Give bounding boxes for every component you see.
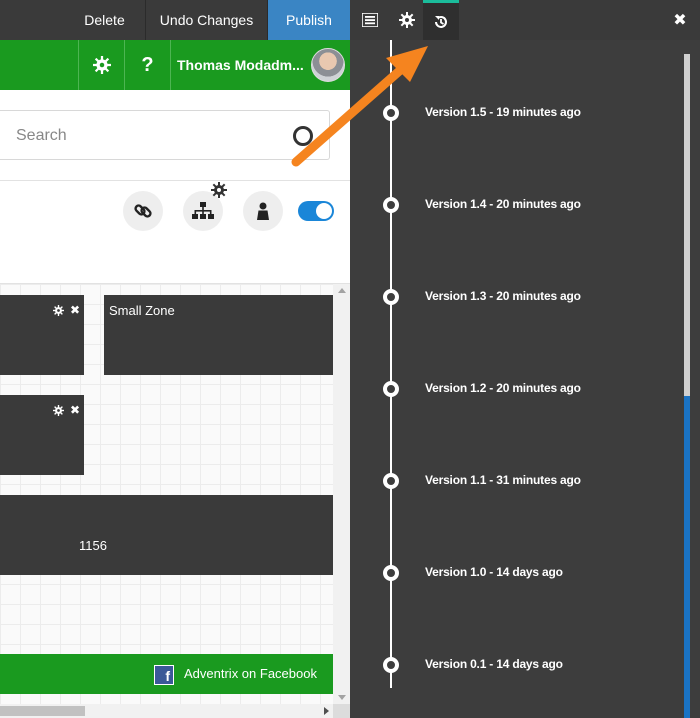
close-icon[interactable]: ✖ — [70, 403, 80, 417]
timeline-dot — [383, 197, 399, 213]
gear-icon[interactable] — [52, 304, 64, 316]
version-item[interactable]: Version 0.1 - 14 days ago — [350, 644, 680, 684]
page-preview: ? Thomas Modadm... Search ✖ Small Zone ✖… — [0, 40, 350, 718]
search-box[interactable]: Search — [0, 110, 330, 160]
version-label: Version 1.3 - 20 minutes ago — [425, 289, 581, 303]
help-button[interactable]: ? — [124, 40, 170, 90]
site-footer: f Adventrix on Facebook — [0, 654, 333, 694]
divider — [0, 180, 350, 181]
sitemap-icon — [192, 202, 214, 219]
search-icon[interactable] — [293, 126, 313, 146]
gear-icon[interactable] — [389, 0, 425, 40]
scroll-right-arrow[interactable] — [324, 707, 329, 715]
version-label: Version 0.1 - 14 days ago — [425, 657, 563, 671]
facebook-link[interactable]: Adventrix on Facebook — [184, 666, 317, 681]
gear-icon[interactable] — [52, 404, 64, 416]
person-button[interactable] — [243, 191, 283, 231]
link-button[interactable] — [123, 191, 163, 231]
version-item[interactable]: Version 1.0 - 14 days ago — [350, 552, 680, 592]
horizontal-scrollbar[interactable] — [0, 704, 333, 718]
scrollbar-corner — [333, 704, 350, 718]
version-label: Version 1.1 - 31 minutes ago — [425, 473, 581, 487]
zone-label: Small Zone — [109, 303, 175, 318]
zone-tools: ✖ — [52, 403, 80, 417]
facebook-icon[interactable]: f — [154, 665, 174, 685]
search-placeholder: Search — [16, 127, 67, 144]
small-zone[interactable]: Small Zone — [104, 295, 333, 375]
wide-zone[interactable]: 1156 — [0, 495, 333, 575]
link-icon — [134, 204, 152, 218]
version-label: Version 1.4 - 20 minutes ago — [425, 197, 581, 211]
zone-tools: ✖ — [52, 303, 80, 317]
timeline-dot — [383, 657, 399, 673]
timeline-dot — [383, 473, 399, 489]
scroll-up-arrow[interactable] — [338, 288, 346, 293]
timeline-dot — [383, 565, 399, 581]
vertical-scrollbar[interactable] — [333, 284, 350, 704]
site-header: ? Thomas Modadm... — [0, 40, 350, 90]
version-label: Version 1.2 - 20 minutes ago — [425, 381, 581, 395]
timeline-dot — [383, 381, 399, 397]
version-item[interactable]: Version 1.1 - 31 minutes ago — [350, 460, 680, 500]
close-icon[interactable]: ✖ — [70, 303, 80, 317]
history-icon[interactable] — [423, 0, 459, 40]
scroll-down-arrow[interactable] — [338, 695, 346, 700]
panel-scroll-track[interactable] — [684, 396, 690, 718]
toggle-switch[interactable] — [298, 201, 334, 221]
version-item[interactable]: Version 1.4 - 20 minutes ago — [350, 184, 680, 224]
list-icon[interactable] — [352, 0, 388, 40]
version-item[interactable]: Version 1.5 - 19 minutes ago — [350, 92, 680, 132]
gear-icon[interactable] — [211, 182, 227, 203]
version-item[interactable]: Version 1.2 - 20 minutes ago — [350, 368, 680, 408]
zone-value: 1156 — [79, 538, 107, 553]
version-item[interactable]: Version 1.3 - 20 minutes ago — [350, 276, 680, 316]
timeline-dot — [383, 289, 399, 305]
person-icon — [257, 202, 269, 220]
avatar[interactable] — [311, 48, 345, 82]
timeline-dot — [383, 105, 399, 121]
user-name: Thomas Modadm... — [177, 57, 304, 73]
editor-toolbar: Delete Undo Changes Publish ✖ — [0, 0, 700, 40]
undo-changes-button[interactable]: Undo Changes — [146, 0, 268, 40]
panel-scroll-thumb[interactable] — [684, 54, 690, 396]
gear-icon[interactable] — [78, 40, 124, 90]
scroll-thumb[interactable] — [0, 706, 85, 716]
version-label: Version 1.5 - 19 minutes ago — [425, 105, 581, 119]
version-label: Version 1.0 - 14 days ago — [425, 565, 563, 579]
zone-block[interactable]: ✖ — [0, 295, 84, 375]
delete-button[interactable]: Delete — [64, 0, 146, 40]
close-icon[interactable]: ✖ — [668, 0, 692, 40]
zone-block[interactable]: ✖ — [0, 395, 84, 475]
publish-button[interactable]: Publish — [268, 0, 350, 40]
version-history-panel: Version 1.5 - 19 minutes ago Version 1.4 … — [350, 40, 700, 718]
